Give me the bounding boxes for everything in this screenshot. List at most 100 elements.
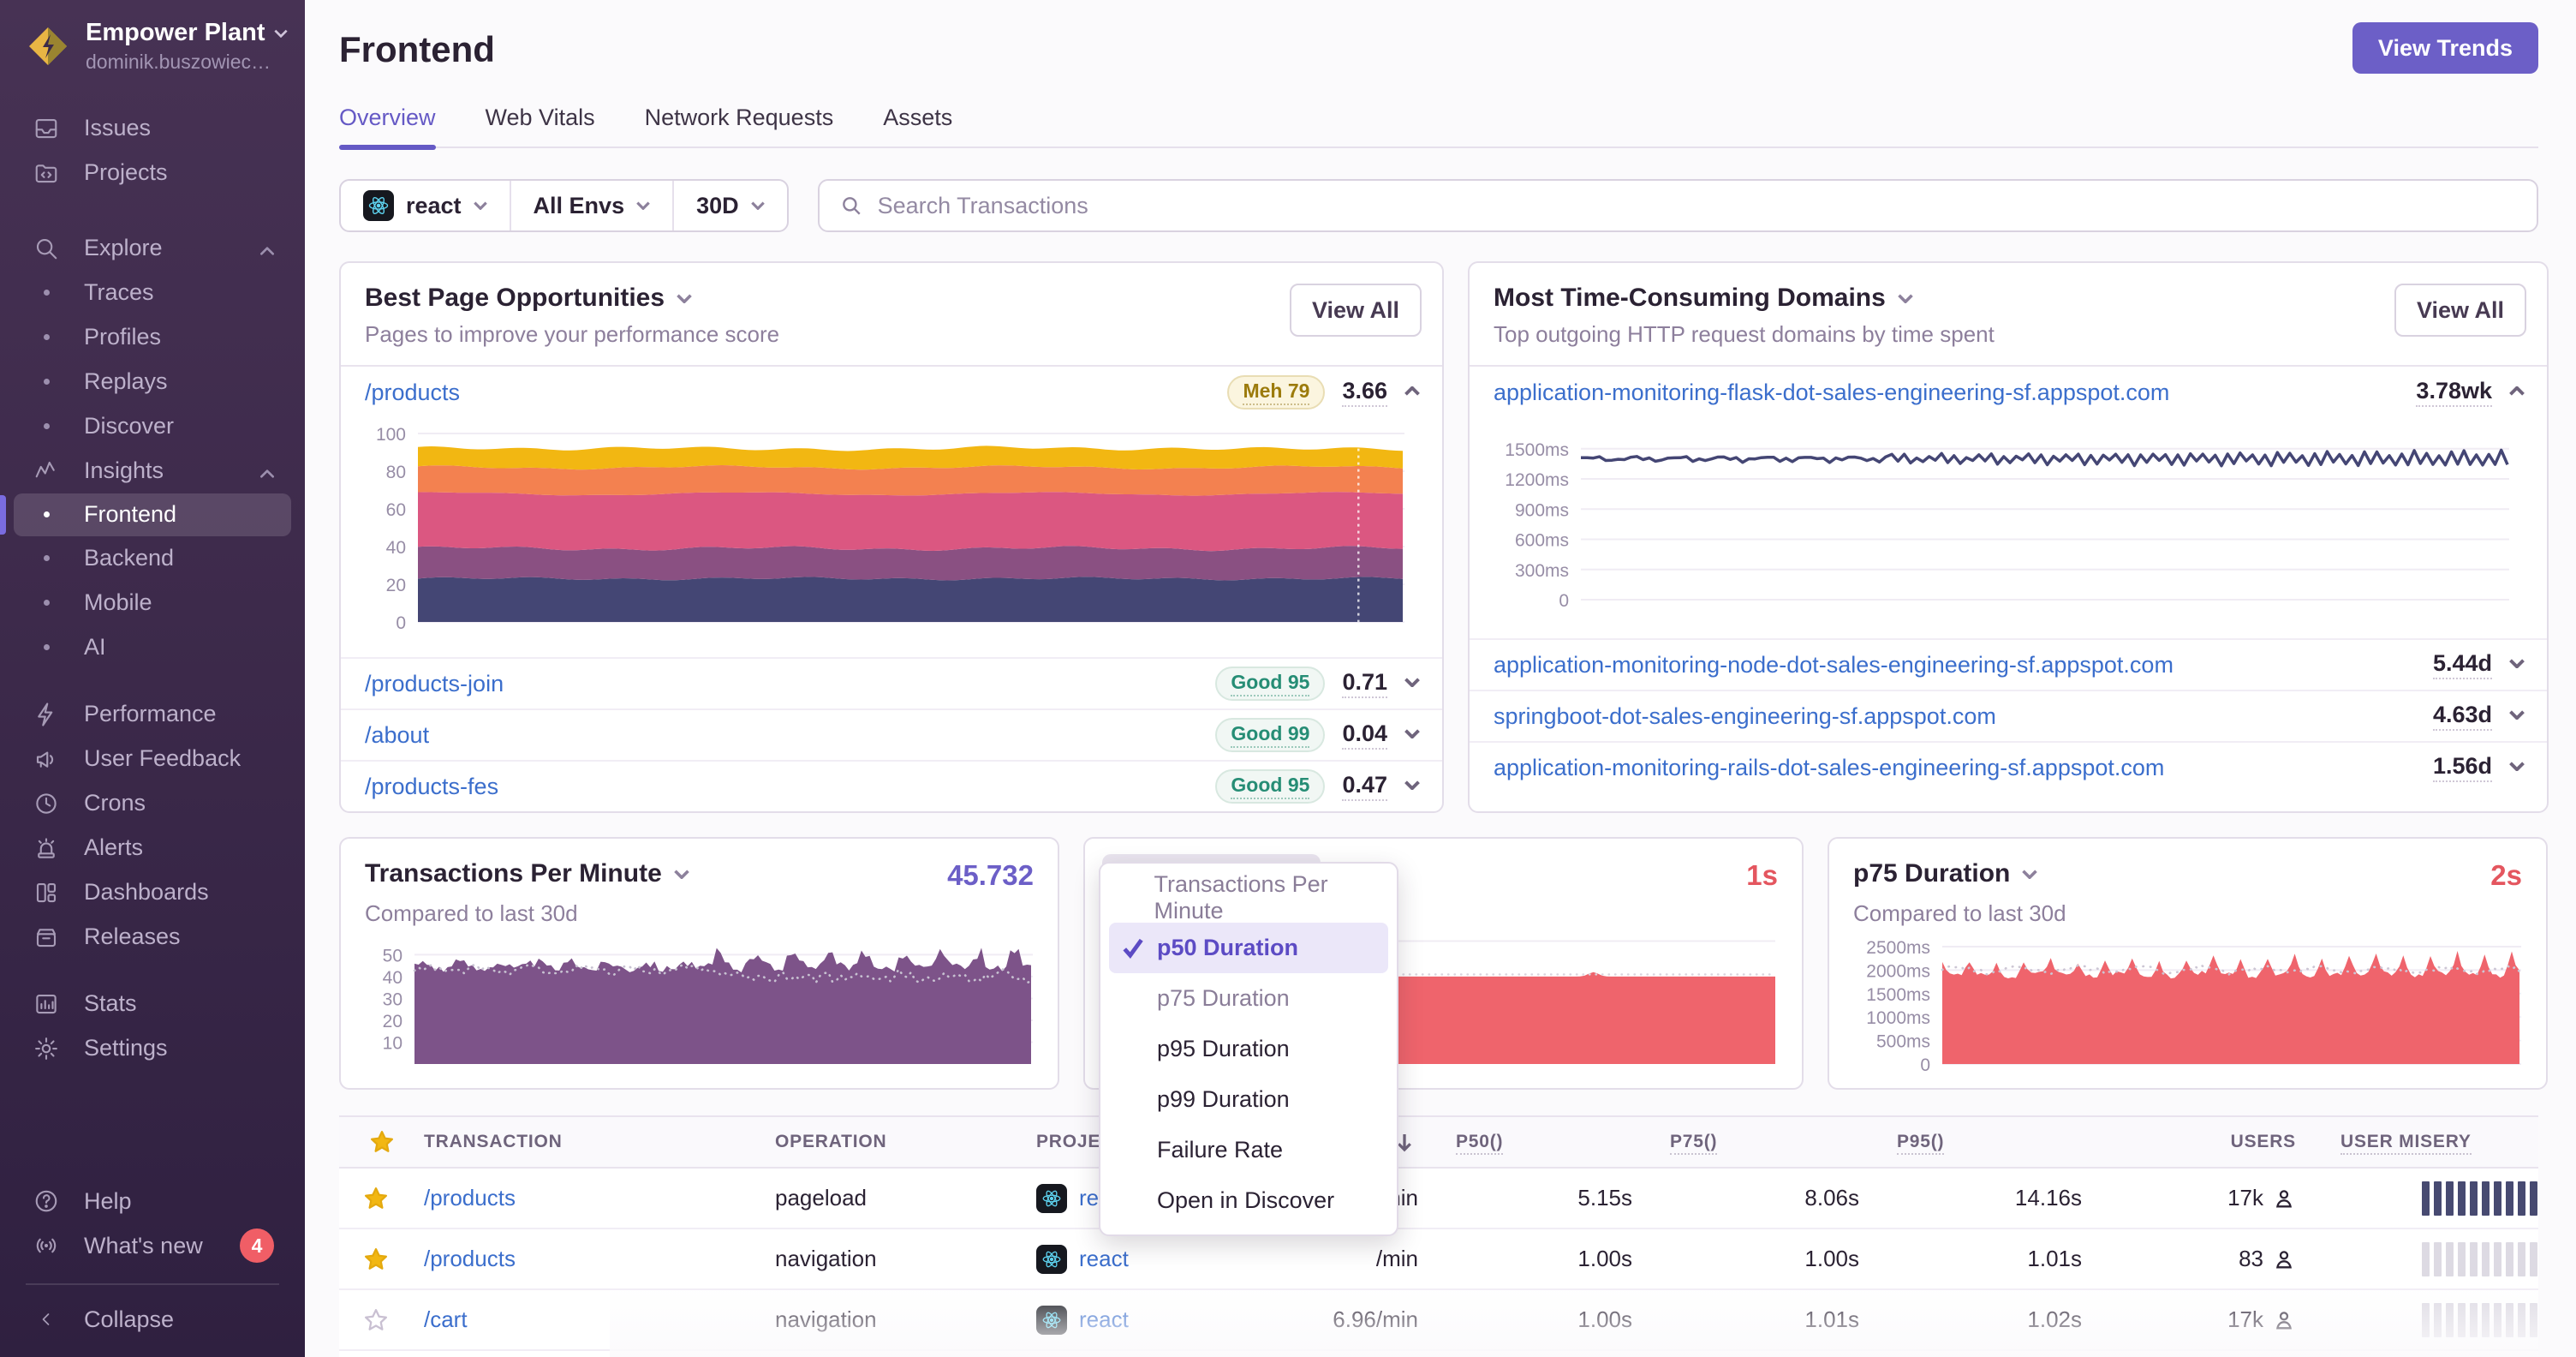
sidebar-collapse-button[interactable]: Collapse [0, 1297, 305, 1342]
sidebar: Empower Plant dominik.buszowiec… Issues … [0, 0, 305, 1357]
chevron-down-icon [473, 201, 487, 210]
view-trends-button[interactable]: View Trends [2352, 22, 2538, 74]
empower-plant-logo [29, 27, 67, 65]
p50-cell: 1.00s [1577, 1246, 1632, 1271]
transaction-link[interactable]: /products [424, 1185, 516, 1211]
table-header: Transaction Operation Project P50() P75(… [339, 1115, 2538, 1169]
chevron-down-icon[interactable] [1404, 727, 1420, 743]
tab-network-requests[interactable]: Network Requests [645, 105, 834, 146]
sidebar-item-help[interactable]: Help [0, 1179, 305, 1223]
transaction-link[interactable]: /products [424, 1246, 516, 1271]
chevron-up-icon[interactable] [2509, 385, 2525, 400]
page-link[interactable]: /products-fes [365, 774, 498, 800]
sidebar-item-discover[interactable]: Discover [0, 404, 305, 449]
p75-metric-selector[interactable]: p75 Duration [1853, 859, 2038, 888]
project-link[interactable]: react [1079, 1246, 1129, 1272]
menu-item[interactable]: p99 Duration [1109, 1074, 1388, 1125]
star-icon[interactable] [363, 1307, 389, 1333]
sidebar-item-alerts[interactable]: Alerts [0, 826, 305, 870]
svg-text:30: 30 [383, 989, 402, 1009]
sidebar-item-ai[interactable]: AI [0, 625, 305, 670]
column-p75[interactable]: P75() [1632, 1132, 1859, 1155]
tab-web-vitals[interactable]: Web Vitals [486, 105, 595, 146]
sidebar-item-frontend[interactable]: Frontend [14, 493, 291, 536]
sidebar-item-performance[interactable]: Performance [0, 692, 305, 737]
domain-link[interactable]: application-monitoring-rails-dot-sales-e… [1494, 755, 2164, 781]
org-name[interactable]: Empower Plant [86, 19, 265, 47]
org-switcher[interactable]: Empower Plant dominik.buszowiec… [0, 19, 305, 74]
p75-value: 2s [2490, 859, 2522, 891]
date-range-filter[interactable]: 30D [672, 181, 787, 230]
chevron-left-icon [33, 1306, 60, 1333]
column-p50[interactable]: P50() [1418, 1132, 1632, 1155]
domain-link[interactable]: springboot-dot-sales-engineering-sf.apps… [1494, 703, 1996, 730]
star-icon[interactable] [363, 1246, 389, 1272]
sidebar-item-stats[interactable]: Stats [0, 982, 305, 1026]
menu-item[interactable]: p75 Duration [1109, 973, 1388, 1024]
sidebar-item-explore[interactable]: Explore [0, 226, 305, 271]
tab-assets[interactable]: Assets [883, 105, 952, 146]
chevron-down-icon[interactable] [1404, 676, 1420, 691]
chevron-down-icon [677, 293, 692, 303]
project-filter[interactable]: react [341, 181, 510, 230]
opportunity-row: /products-fes Good 95 0.47 [341, 760, 1442, 811]
tab-overview[interactable]: Overview [339, 105, 436, 150]
column-transaction[interactable]: Transaction [412, 1132, 763, 1152]
sidebar-item-crons[interactable]: Crons [0, 781, 305, 826]
svg-text:0: 0 [1559, 591, 1569, 611]
chevron-down-icon[interactable] [2509, 708, 2525, 724]
chevron-down-icon[interactable] [2509, 657, 2525, 673]
p50-value: 1s [1746, 859, 1778, 891]
sidebar-item-projects[interactable]: Projects [0, 151, 305, 195]
sidebar-item-whats-new[interactable]: What's new 4 [0, 1223, 305, 1268]
domains-title-dropdown[interactable]: Most Time-Consuming Domains [1494, 284, 2523, 313]
sidebar-item-user-feedback[interactable]: User Feedback [0, 737, 305, 781]
sidebar-item-replays[interactable]: Replays [0, 360, 305, 404]
project-link[interactable]: react [1079, 1306, 1129, 1333]
score-badge: Good 95 [1215, 769, 1326, 804]
transaction-link[interactable]: /cart [424, 1306, 468, 1332]
chevron-down-icon[interactable] [1404, 779, 1420, 794]
check-icon [1109, 938, 1157, 959]
page-link[interactable]: /products [365, 380, 460, 406]
menu-item[interactable]: Failure Rate [1109, 1125, 1388, 1175]
sidebar-item-insights[interactable]: Insights [0, 449, 305, 493]
column-users[interactable]: Users [2082, 1132, 2296, 1152]
menu-item[interactable]: Transactions Per Minute [1109, 871, 1388, 924]
page-link[interactable]: /about [365, 722, 429, 749]
opportunities-view-all-button[interactable]: View All [1289, 284, 1422, 337]
domain-link[interactable]: application-monitoring-node-dot-sales-en… [1494, 652, 2174, 678]
p95-cell: 14.16s [2014, 1185, 2082, 1211]
sidebar-item-settings[interactable]: Settings [0, 1026, 305, 1071]
page-link[interactable]: /products-join [365, 671, 504, 697]
search-input[interactable] [877, 192, 2516, 219]
sidebar-item-dashboards[interactable]: Dashboards [0, 870, 305, 915]
menu-item[interactable]: Open in Discover [1109, 1175, 1388, 1226]
sidebar-item-issues[interactable]: Issues [0, 106, 305, 151]
domains-view-all-button[interactable]: View All [2394, 284, 2526, 337]
sidebar-item-mobile[interactable]: Mobile [0, 581, 305, 625]
user-icon [2275, 1189, 2293, 1207]
column-user-misery[interactable]: User Misery [2296, 1132, 2548, 1155]
column-operation[interactable]: Operation [763, 1132, 1024, 1152]
sidebar-item-backend[interactable]: Backend [0, 536, 305, 581]
sidebar-item-releases[interactable]: Releases [0, 915, 305, 959]
sidebar-item-profiles[interactable]: Profiles [0, 315, 305, 360]
menu-item[interactable]: p95 Duration [1109, 1024, 1388, 1074]
sidebar-item-label: Insights [84, 457, 164, 484]
menu-item[interactable]: p50 Duration [1109, 923, 1388, 973]
time-consuming-domains-panel: Most Time-Consuming Domains Top outgoing… [1468, 261, 2549, 813]
svg-text:300ms: 300ms [1515, 561, 1569, 581]
opportunities-title-dropdown[interactable]: Best Page Opportunities [365, 284, 1418, 313]
clock-icon [33, 790, 60, 817]
svg-text:10: 10 [383, 1033, 402, 1053]
chevron-down-icon[interactable] [2509, 760, 2525, 775]
environment-filter[interactable]: All Envs [509, 181, 673, 230]
siren-icon [33, 834, 60, 862]
star-icon[interactable] [363, 1186, 389, 1211]
chevron-up-icon[interactable] [1404, 385, 1420, 400]
sidebar-item-traces[interactable]: Traces [0, 271, 305, 315]
tpm-metric-selector[interactable]: Transactions Per Minute [365, 859, 689, 888]
domain-link[interactable]: application-monitoring-flask-dot-sales-e… [1494, 380, 2169, 406]
column-p95[interactable]: P95() [1859, 1132, 2082, 1155]
